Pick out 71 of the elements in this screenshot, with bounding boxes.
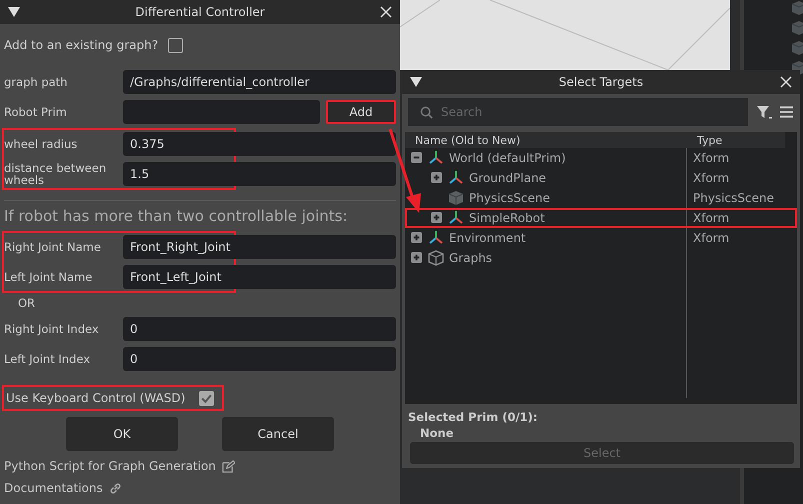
axes-icon <box>448 210 464 226</box>
prim-type: Xform <box>693 231 730 245</box>
input-field[interactable]: /Graphs/differential_controller <box>123 70 396 94</box>
field-label: Robot Prim <box>4 106 68 118</box>
collapse-icon[interactable] <box>411 152 422 163</box>
checkbox-label: Add to an existing graph? <box>4 38 158 52</box>
search-icon <box>420 106 433 119</box>
checkbox[interactable] <box>168 38 184 52</box>
field-label: Right Joint Name <box>4 241 102 253</box>
prim-name: Graphs <box>449 251 492 265</box>
field-label: Right Joint Index <box>4 323 100 335</box>
selected-prim-label: Selected Prim (0/1): <box>407 409 539 424</box>
checkbox-label: Use Keyboard Control (WASD) <box>6 391 186 405</box>
link[interactable]: Python Script for Graph Generation <box>4 459 216 473</box>
field-label: Left Joint Name <box>4 271 94 283</box>
or-label: OR <box>17 295 36 312</box>
expand-icon[interactable] <box>411 252 422 263</box>
tree-row[interactable]: PhysicsScene PhysicsScene <box>405 188 797 208</box>
ok-button[interactable]: OK <box>66 417 178 451</box>
prim-name: SimpleRobot <box>469 211 545 225</box>
field-label: graph path <box>4 76 68 88</box>
collapse-icon[interactable] <box>8 7 20 17</box>
prim-type: PhysicsScene <box>693 191 774 205</box>
expand-icon[interactable] <box>431 212 442 223</box>
cube-icon <box>448 190 464 206</box>
prim-type: Xform <box>693 171 730 185</box>
close-icon[interactable] <box>380 6 392 18</box>
selected-prim-value: None <box>419 425 455 440</box>
menu-icon[interactable] <box>780 106 793 118</box>
input-field[interactable]: 0.375 <box>123 132 396 156</box>
input-field[interactable]: 1.5 <box>123 162 396 186</box>
tree-row[interactable]: Environment Xform <box>405 228 797 248</box>
tree-row[interactable]: GroundPlane Xform <box>405 168 797 188</box>
input-field[interactable]: Front_Left_Joint <box>123 265 396 289</box>
close-icon[interactable] <box>780 76 792 88</box>
expand-icon[interactable] <box>431 172 442 183</box>
link[interactable]: Documentations <box>4 481 103 495</box>
edit-icon[interactable] <box>222 460 235 472</box>
prim-name: Environment <box>449 231 526 245</box>
cancel-button[interactable]: Cancel <box>222 417 334 451</box>
add-button[interactable]: Add <box>326 100 396 124</box>
field-label: distance between wheels <box>4 162 108 186</box>
window-title: Differential Controller <box>134 5 266 19</box>
prim-name: GroundPlane <box>469 171 546 185</box>
prim-type: Xform <box>693 211 730 225</box>
window-title: Select Targets <box>558 75 644 89</box>
filter-icon[interactable] <box>756 104 772 120</box>
prim-type: Xform <box>693 151 730 165</box>
tree-row[interactable]: Graphs <box>405 248 797 268</box>
input-field[interactable] <box>123 100 320 124</box>
input-field[interactable]: Front_Right_Joint <box>123 235 396 259</box>
axes-icon <box>428 230 444 246</box>
field-label: Left Joint Index <box>4 353 92 365</box>
prim-name: PhysicsScene <box>469 191 550 205</box>
checkbox[interactable] <box>199 390 214 406</box>
field-label: wheel radius <box>4 138 78 150</box>
tree-row[interactable]: SimpleRobot Xform <box>405 208 797 228</box>
link-icon[interactable] <box>108 482 122 494</box>
input-field[interactable]: 0 <box>123 317 396 341</box>
section-heading: If robot has more than two controllable joints: <box>4 207 348 225</box>
cube-outline-icon <box>428 250 444 266</box>
axes-icon <box>448 170 464 186</box>
column-header[interactable]: Type <box>693 134 722 146</box>
search-field[interactable]: Search <box>408 98 748 126</box>
axes-icon <box>428 150 444 166</box>
expand-icon[interactable] <box>411 232 422 243</box>
input-field[interactable]: 0 <box>123 347 396 371</box>
collapse-icon[interactable] <box>410 77 422 87</box>
column-header[interactable]: Name (Old to New) <box>405 134 693 146</box>
prim-name: World (defaultPrim) <box>449 151 566 165</box>
tree-row[interactable]: World (defaultPrim) Xform <box>405 148 797 168</box>
